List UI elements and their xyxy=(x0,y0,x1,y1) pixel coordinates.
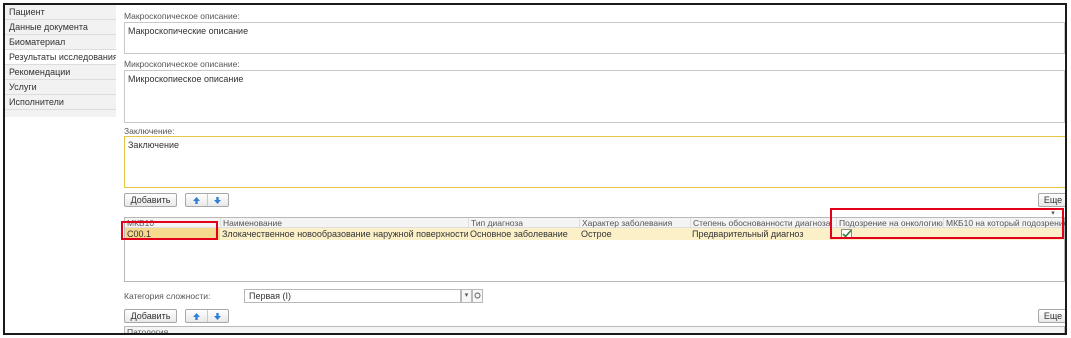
sidebar-item-biomaterial[interactable]: Биоматериал xyxy=(5,35,116,50)
more-button-2[interactable]: Еще ▾ xyxy=(1038,309,1065,333)
col-diagnosis-degree[interactable]: Степень обоснованности диагноза xyxy=(690,218,836,228)
main-panel: Макроскопическое описание: Макроскопичес… xyxy=(119,5,1065,333)
cell-diagnosis-degree[interactable]: Предварительный диагноз xyxy=(690,228,836,240)
cell-disease-character[interactable]: Острое xyxy=(579,228,690,240)
col-oncology-suspicion[interactable]: Подозрение на онкологию xyxy=(836,218,943,228)
complexity-label: Категория сложности: xyxy=(124,291,211,301)
add-pathology-button[interactable]: Добавить xyxy=(124,309,177,323)
table-header: МКБ10 Наименование Тип диагноза Характер… xyxy=(125,218,1065,228)
sidebar-nav: Пациент Данные документа Биоматериал Рез… xyxy=(5,5,116,117)
document-form: Пациент Данные документа Биоматериал Рез… xyxy=(3,3,1067,335)
sidebar-item-research-results[interactable]: Результаты исследования xyxy=(5,50,116,65)
cell-name[interactable]: Злокачественное новообразование наружной… xyxy=(220,228,468,240)
oncology-checkbox-checkmark-icon[interactable] xyxy=(841,229,853,240)
macro-description-field[interactable]: Макроскопические описание xyxy=(124,22,1065,54)
complexity-select[interactable]: Первая (I) xyxy=(244,289,461,303)
arrow-up-icon xyxy=(192,312,200,320)
macro-label: Макроскопическое описание: xyxy=(124,11,240,21)
arrow-down-icon xyxy=(214,312,222,320)
arrow-up-icon xyxy=(192,196,200,204)
move-up-button[interactable] xyxy=(186,194,207,206)
complexity-open-button[interactable] xyxy=(472,289,483,303)
sidebar-item-recommendations[interactable]: Рекомендации xyxy=(5,65,116,80)
sidebar-item-performers[interactable]: Исполнители xyxy=(5,95,116,110)
chevron-down-icon: ▾ xyxy=(1051,210,1055,217)
diagnosis-table: МКБ10 Наименование Тип диагноза Характер… xyxy=(124,217,1065,282)
micro-label: Микроскопическое описание: xyxy=(124,59,240,69)
arrow-down-icon xyxy=(214,196,222,204)
move-buttons-2 xyxy=(185,309,229,323)
col-pathology[interactable]: Патология xyxy=(125,327,245,333)
cell-mkb10[interactable]: C00.1 xyxy=(125,228,220,240)
conclusion-field[interactable]: Заключение xyxy=(124,136,1065,188)
sidebar-item-patient[interactable]: Пациент xyxy=(5,5,116,20)
col-suspected-mkb10[interactable]: МКБ10 на который подозрение xyxy=(943,218,1065,228)
pathology-table: Патология xyxy=(124,326,1065,333)
cell-oncology-suspicion[interactable] xyxy=(836,228,943,240)
col-disease-character[interactable]: Характер заболевания xyxy=(579,218,690,228)
more-label: Еще xyxy=(1043,195,1063,205)
more-button[interactable]: Еще ▾ xyxy=(1038,193,1065,217)
complexity-dropdown-button[interactable]: ▾ xyxy=(461,289,472,303)
col-name[interactable]: Наименование xyxy=(220,218,468,228)
sidebar-item-document-data[interactable]: Данные документа xyxy=(5,20,116,35)
sidebar-item-services[interactable]: Услуги xyxy=(5,80,116,95)
chevron-down-icon: ▾ xyxy=(464,292,469,299)
add-diagnosis-button[interactable]: Добавить xyxy=(124,193,177,207)
move-up-button-2[interactable] xyxy=(186,310,207,322)
cell-diagnosis-type[interactable]: Основное заболевание xyxy=(468,228,579,240)
table-row[interactable]: C00.1 Злокачественное новообразование на… xyxy=(125,228,1064,240)
move-buttons xyxy=(185,193,229,207)
open-link-icon xyxy=(474,292,481,299)
move-down-button[interactable] xyxy=(206,194,229,206)
move-down-button-2[interactable] xyxy=(206,310,229,322)
cell-suspected-mkb10[interactable] xyxy=(943,228,1065,240)
col-diagnosis-type[interactable]: Тип диагноза xyxy=(468,218,579,228)
conclusion-label: Заключение: xyxy=(124,126,175,136)
col-mkb10[interactable]: МКБ10 xyxy=(125,218,220,228)
more-label-2: Еще xyxy=(1043,311,1063,321)
micro-description-field[interactable]: Микроскопиеское описание xyxy=(124,70,1065,123)
